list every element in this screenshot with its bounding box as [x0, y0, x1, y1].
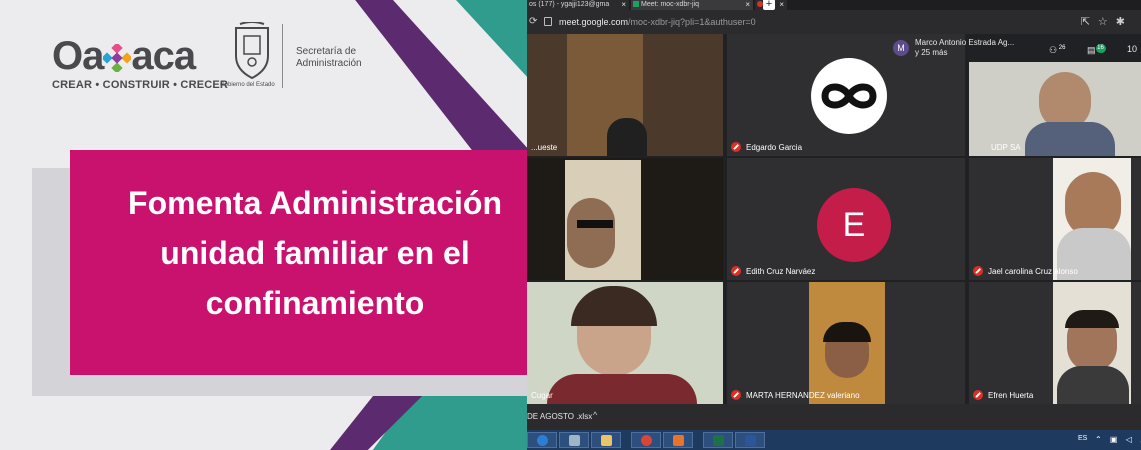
taskbar-explorer-button[interactable] [591, 432, 621, 448]
participant-tile[interactable]: Jael carolina Cruz alonso [969, 158, 1141, 280]
secretaria-line-1: Secretaría de [296, 46, 357, 57]
mic-off-icon [731, 142, 741, 152]
participant-tile[interactable]: ...ueste [527, 34, 723, 156]
headline-line-2: unidad familiar en el [160, 235, 470, 271]
secretaria-line-2: Administración [296, 58, 362, 69]
new-tab-button[interactable]: + [763, 0, 775, 10]
language-indicator[interactable]: ES [1078, 435, 1087, 442]
chevron-up-icon[interactable]: ^ [593, 410, 597, 420]
participant-tile[interactable]: UDP SA [969, 62, 1141, 156]
participant-tile[interactable]: Efren Huerta [969, 282, 1141, 404]
meet-counters: ⚇ 26 ▤ 16 10 [1049, 40, 1141, 62]
participant-tile[interactable]: MARTA HERNANDEZ valeriano [727, 282, 965, 404]
participant-name-text: Efren Huerta [988, 391, 1034, 400]
taskbar-app-button[interactable] [559, 432, 589, 448]
participant-name: Jael carolina Cruz alonso [973, 266, 1078, 276]
presenter-avatar: M [893, 40, 909, 56]
headline: Fomenta Administración unidad familiar e… [90, 178, 540, 328]
tab-meet-label: Meet: moc-xdbr-jiq [641, 1, 699, 8]
logo-word-start: Oa [52, 34, 104, 78]
chat-button[interactable]: ▤ 16 [1087, 44, 1106, 56]
secretaria-label: Secretaría de Administración [296, 46, 362, 70]
participant-name: Edith Cruz Narváez [731, 266, 815, 276]
taskbar-media-button[interactable] [663, 432, 693, 448]
excel-icon [713, 435, 724, 446]
lock-icon[interactable] [544, 17, 552, 26]
url-path: /moc-xdbr-jiq?pli=1&authuser=0 [628, 17, 756, 27]
participants-count: 26 [1058, 45, 1066, 51]
downloads-bar: DE AGOSTO .xlsx ^ [527, 404, 1141, 430]
mic-off-icon [731, 266, 741, 276]
meet-grid: ...ueste Edgardo Garcia UDP SA M Marco A… [527, 34, 1141, 404]
app-icon [569, 435, 580, 446]
ie-icon [537, 435, 548, 446]
participant-name-text: MARTA HERNANDEZ valeriano [746, 391, 860, 400]
other-participants: y 25 más [915, 48, 948, 57]
presenter-name: Marco Antonio Estrada Ag... [915, 38, 1015, 47]
tab-meet[interactable]: Meet: moc-xdbr-jiq × [631, 0, 753, 10]
url-host: meet.google.com [559, 17, 629, 27]
participant-tile[interactable]: Cugar [527, 282, 723, 404]
address-bar: ⟳ meet.google.com/moc-xdbr-jiq?pli=1&aut… [527, 10, 1141, 34]
system-tray-icons[interactable]: ⌃ ▣ ◁ 🔈 [1095, 435, 1141, 444]
taskbar-word-button[interactable] [735, 432, 765, 448]
taskbar-ie-button[interactable] [527, 432, 557, 448]
logo-divider [282, 24, 283, 88]
close-icon[interactable]: × [779, 0, 784, 9]
close-icon[interactable]: × [745, 0, 750, 9]
logo-x-mark-icon [101, 37, 134, 74]
clock-readout: 10 [1127, 44, 1138, 54]
participant-name: MARTA HERNANDEZ valeriano [731, 390, 860, 400]
participant-tile[interactable] [527, 158, 723, 280]
participant-tile[interactable]: E Edith Cruz Narváez [727, 158, 965, 280]
browser-tab-strip: os (177) - ygajji123@gma × Meet: moc-xdb… [527, 0, 1141, 10]
reload-icon[interactable]: ⟳ [529, 16, 537, 27]
folder-icon [601, 435, 612, 446]
mic-off-icon [973, 266, 983, 276]
logo-word-end: aca [131, 34, 196, 78]
logo-tagline: CREAR • CONSTRUIR • CRECER [52, 79, 229, 91]
chat-count: 16 [1095, 44, 1106, 53]
meet-screenshot: os (177) - ygajji123@gma × Meet: moc-xdb… [527, 0, 1141, 450]
media-player-icon [673, 435, 684, 446]
headline-line-1: Fomenta Administración [128, 185, 502, 221]
mic-off-icon [731, 390, 741, 400]
headline-line-3: confinamiento [205, 285, 425, 321]
participant-name: Efren Huerta [973, 390, 1033, 400]
download-item[interactable]: DE AGOSTO .xlsx [527, 412, 592, 421]
infinity-avatar-icon [811, 58, 887, 134]
participant-name-text: Edith Cruz Narváez [746, 267, 816, 276]
participants-button[interactable]: ⚇ 26 [1049, 44, 1067, 56]
tab-gmail[interactable]: os (177) - ygajji123@gma × [527, 0, 629, 10]
oaxaca-logo: Oa aca CREAR • CONSTRUIR • CRECER Gobier… [52, 21, 372, 94]
meet-icon [633, 1, 639, 7]
windows-taskbar: ES ⌃ ▣ ◁ 🔈 [527, 430, 1141, 450]
participant-name-text: Jael carolina Cruz alonso [988, 267, 1078, 276]
participant-avatar: E [817, 188, 891, 262]
chat-icon: ▤ [1087, 45, 1096, 55]
tab-gmail-label: os (177) - ygajji123@gma [529, 1, 610, 8]
meet-header: M Marco Antonio Estrada Ag... y 25 más ⚇… [889, 34, 1141, 64]
word-icon [745, 435, 756, 446]
logo-wordmark: Oa aca [52, 34, 196, 78]
taskbar-chrome-button[interactable] [631, 432, 661, 448]
taskbar-excel-button[interactable] [703, 432, 733, 448]
url-field[interactable]: meet.google.com/moc-xdbr-jiq?pli=1&authu… [559, 17, 756, 27]
participant-name: Cugar [531, 391, 553, 400]
close-icon[interactable]: × [621, 0, 626, 9]
participant-name: UDP SA [991, 143, 1021, 152]
participant-name: Edgardo Garcia [731, 142, 802, 152]
people-icon: ⚇ [1049, 45, 1058, 55]
toolbar-icons[interactable]: ⇱☆✱ [1081, 15, 1133, 28]
mic-off-icon [973, 390, 983, 400]
participant-name: ...ueste [531, 143, 558, 152]
participant-name-text: Edgardo Garcia [746, 143, 803, 152]
seal-caption: Gobierno del Estado [220, 82, 275, 88]
chrome-icon [641, 435, 652, 446]
